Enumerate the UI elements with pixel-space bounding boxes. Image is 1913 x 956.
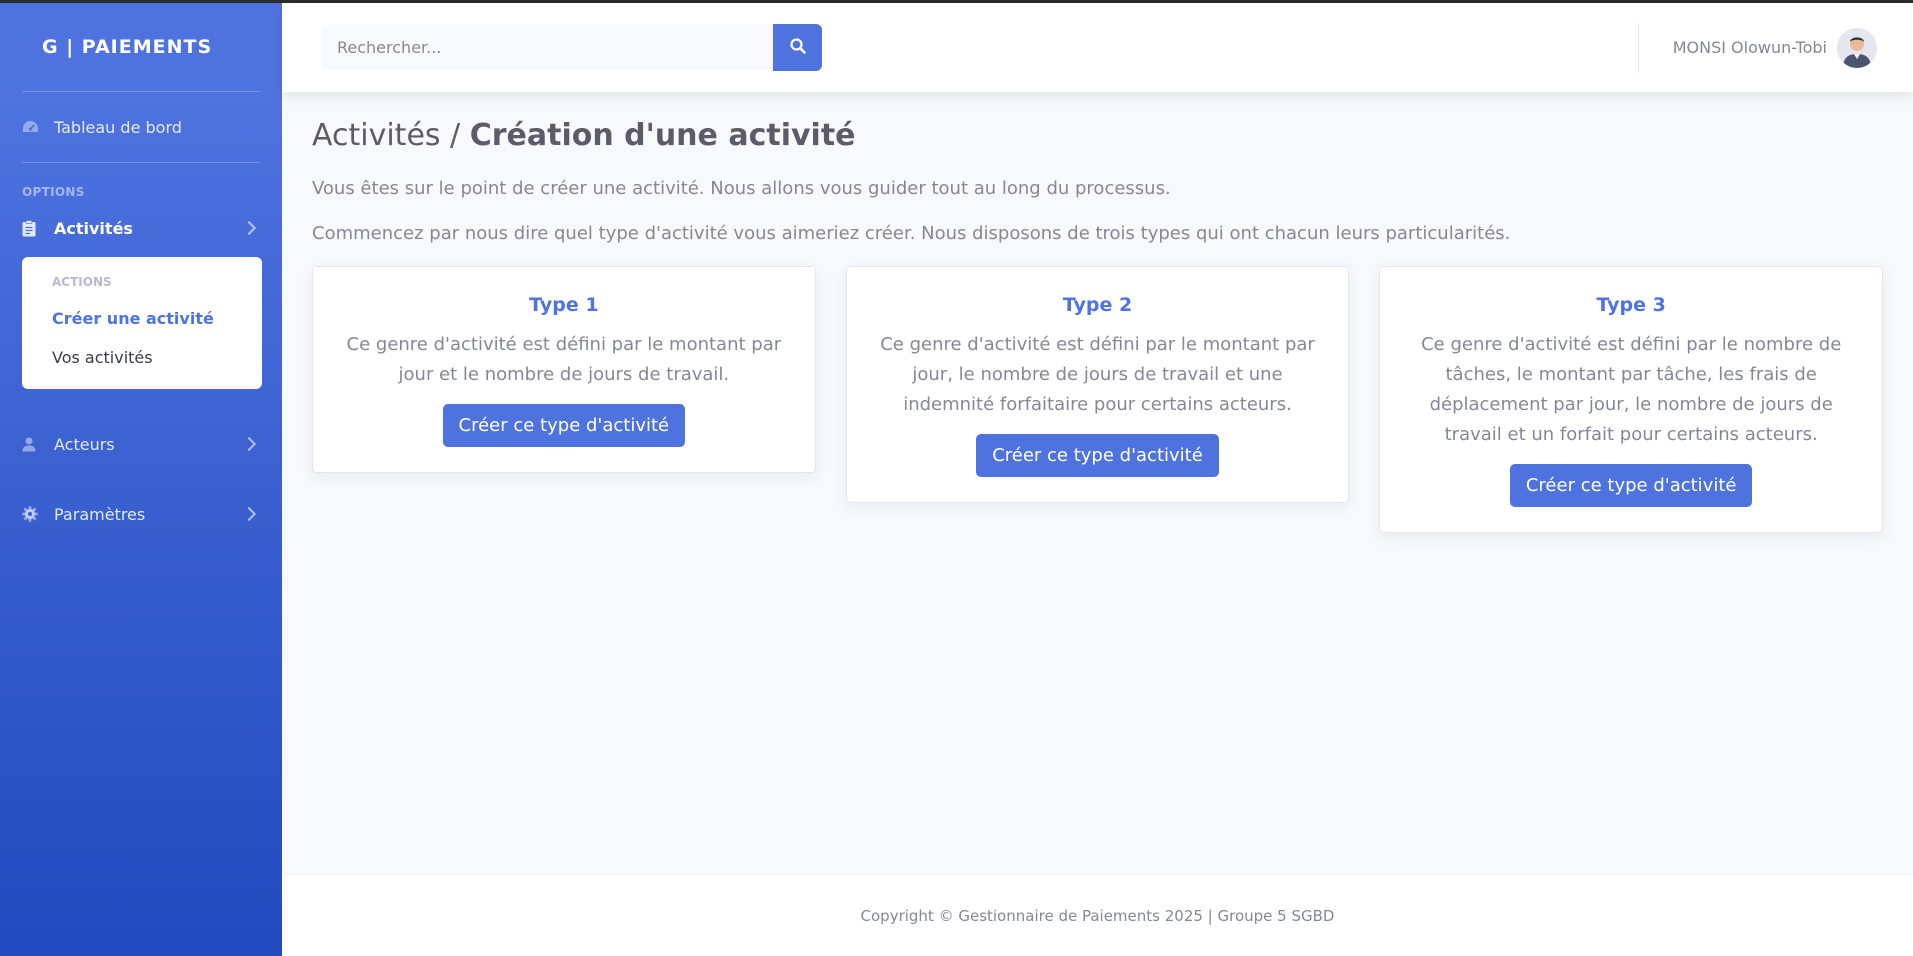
create-type-2-button[interactable]: Créer ce type d'activité <box>976 433 1219 477</box>
sidebar-item-label: Activités <box>54 218 133 238</box>
activity-type-card: Type 2 Ce genre d'activité est défini pa… <box>845 265 1350 503</box>
sidebar-item-label: Acteurs <box>54 434 115 454</box>
search-input[interactable] <box>322 24 773 71</box>
search-bar <box>322 24 822 71</box>
sidebar-item-settings[interactable]: Paramètres <box>0 479 282 549</box>
intro-text-1: Vous êtes sur le point de créer une acti… <box>312 178 1171 199</box>
copyright-text: Copyright © Gestionnaire de Paiements 20… <box>860 907 1335 925</box>
breadcrumb-parent[interactable]: Activités / <box>312 118 470 153</box>
card-description: Ce genre d'activité est défini par le no… <box>1421 333 1842 445</box>
main-area: MONSI Olowun-Tobi Activités / Création d… <box>282 3 1913 956</box>
chevron-right-icon <box>241 506 257 522</box>
app-frame: G | PAIEMENTS Tableau de bord OPTIONS Ac… <box>0 3 1913 956</box>
user-name[interactable]: MONSI Olowun-Tobi <box>1673 38 1827 57</box>
create-type-3-button[interactable]: Créer ce type d'activité <box>1509 463 1753 507</box>
chevron-right-icon <box>241 436 257 452</box>
intro-text-2: Commencez par nous dire quel type d'acti… <box>312 222 1511 244</box>
clipboard-icon <box>22 219 54 237</box>
page-title: Activités / Création d'une activité <box>312 118 1883 153</box>
card-title: Type 3 <box>1596 293 1666 316</box>
breadcrumb-current: Création d'une activité <box>469 118 856 153</box>
activity-type-cards: Type 1 Ce genre d'activité est défini pa… <box>312 265 1884 533</box>
activity-type-card: Type 3 Ce genre d'activité est défini pa… <box>1379 265 1884 533</box>
dashboard-icon <box>22 120 54 135</box>
card-description: Ce genre d'activité est défini par le mo… <box>346 333 782 385</box>
sidebar: G | PAIEMENTS Tableau de bord OPTIONS Ac… <box>0 3 282 956</box>
card-title: Type 1 <box>529 293 599 316</box>
sidebar-item-dashboard[interactable]: Tableau de bord <box>0 92 282 162</box>
sidebar-item-actors[interactable]: Acteurs <box>0 409 282 479</box>
gear-icon <box>22 506 54 522</box>
submenu-heading-actions: ACTIONS <box>52 275 112 289</box>
user-icon <box>22 437 54 452</box>
chevron-right-icon <box>241 220 257 236</box>
user-area: MONSI Olowun-Tobi <box>1637 3 1913 92</box>
search-button[interactable] <box>773 24 822 71</box>
topbar: MONSI Olowun-Tobi <box>282 3 1913 92</box>
sidebar-item-activities[interactable]: Activités <box>0 199 282 257</box>
avatar[interactable] <box>1837 27 1877 68</box>
sidebar-item-label: Paramètres <box>54 504 146 524</box>
sidebar-item-label: Tableau de bord <box>54 117 182 137</box>
submenu-item-my-activities[interactable]: Vos activités <box>22 338 262 377</box>
page-content: Activités / Création d'une activité Vous… <box>282 92 1913 876</box>
card-title: Type 2 <box>1062 293 1133 316</box>
submenu-item-create-activity[interactable]: Créer une activité <box>22 299 262 338</box>
search-icon <box>789 38 806 57</box>
footer: Copyright © Gestionnaire de Paiements 20… <box>282 876 1913 956</box>
card-description: Ce genre d'activité est défini par le mo… <box>880 333 1315 415</box>
activity-type-card: Type 1 Ce genre d'activité est défini pa… <box>312 265 816 473</box>
topbar-divider <box>1637 22 1639 73</box>
activities-submenu: ACTIONS Créer une activité Vos activités <box>22 257 262 389</box>
sidebar-heading-options: OPTIONS <box>22 185 85 199</box>
brand-logo[interactable]: G | PAIEMENTS <box>0 3 282 91</box>
create-type-1-button[interactable]: Créer ce type d'activité <box>442 403 686 447</box>
